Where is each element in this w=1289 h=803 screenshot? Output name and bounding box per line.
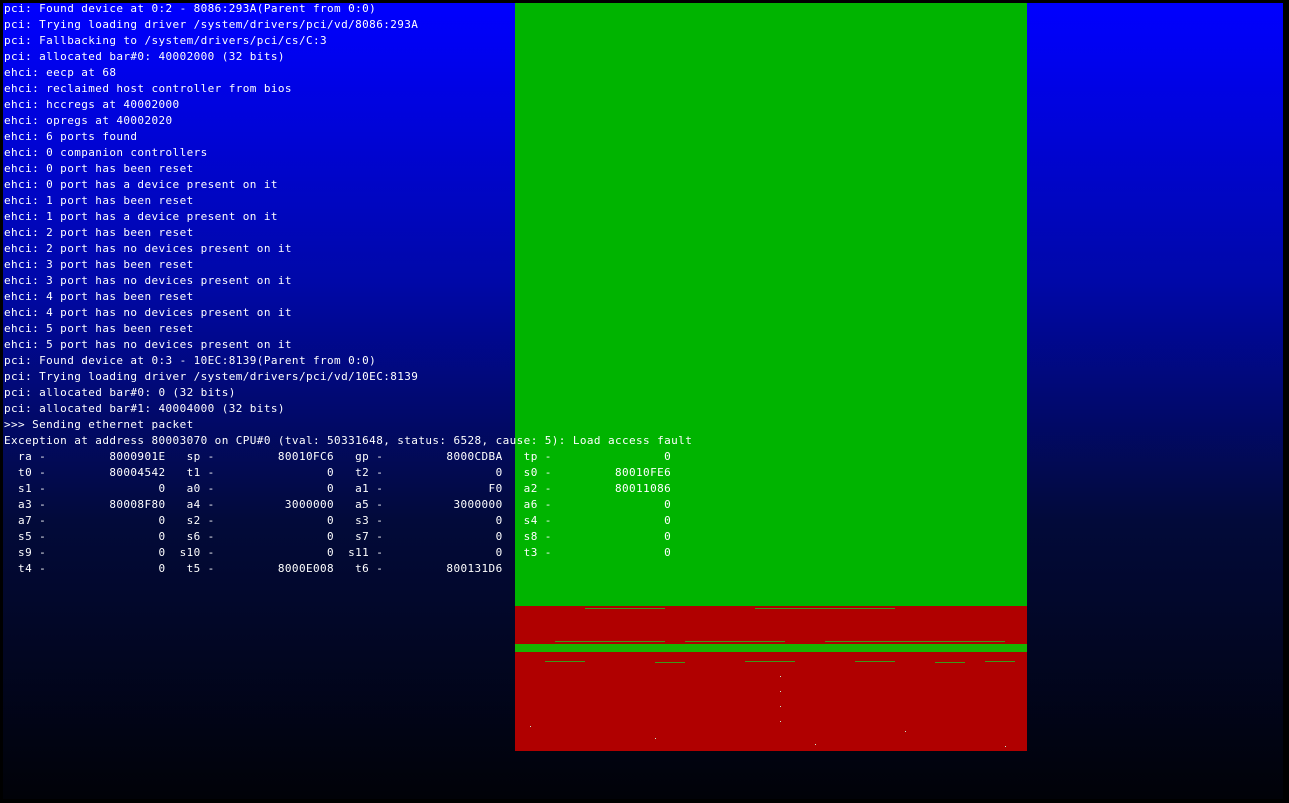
console-line: ehci: reclaimed host controller from bio… [4,82,292,95]
console-line: ehci: 0 companion controllers [4,146,208,159]
console-line: ehci: 6 ports found [4,130,138,143]
console-line: pci: allocated bar#0: 0 (32 bits) [4,386,236,399]
console-line: a3 - 80008F80 a4 - 3000000 a5 - 3000000 … [4,498,672,511]
console-line: ehci: 1 port has a device present on it [4,210,278,223]
noise-dot [905,731,906,732]
boot-console-log: pci: Found device at 0:2 - 8086:293A(Par… [4,1,692,577]
noise-stripe [555,641,665,642]
noise-dot [530,726,531,727]
console-line: ehci: opregs at 40002020 [4,114,173,127]
noise-stripe [655,662,685,663]
console-line: pci: Fallbacking to /system/drivers/pci/… [4,34,328,47]
noise-stripe [825,641,945,642]
noise-stripe [745,661,795,662]
noise-dot [1005,746,1006,747]
noise-stripe [755,608,895,609]
console-line: pci: allocated bar#0: 40002000 (32 bits) [4,50,285,63]
noise-stripe [585,608,665,609]
noise-stripe [545,661,585,662]
noise-dot [780,706,781,707]
noise-dot [780,721,781,722]
console-line: ehci: 2 port has been reset [4,226,194,239]
console-line: pci: Trying loading driver /system/drive… [4,18,419,31]
console-line: t4 - 0 t5 - 8000E008 t6 - 800131D6 [4,562,503,575]
noise-dot [780,691,781,692]
console-line: Exception at address 80003070 on CPU#0 (… [4,434,693,447]
console-line: pci: Found device at 0:3 - 10EC:8139(Par… [4,354,377,367]
console-line: t0 - 80004542 t1 - 0 t2 - 0 s0 - 80010FE… [4,466,672,479]
noise-stripe [985,661,1015,662]
console-line: ehci: 0 port has been reset [4,162,194,175]
noise-stripe [945,641,1005,642]
console-line: ra - 8000901E sp - 80010FC6 gp - 8000CDB… [4,450,672,463]
console-line: ehci: 4 port has no devices present on i… [4,306,292,319]
noise-dot [780,676,781,677]
console-line: ehci: 5 port has no devices present on i… [4,338,292,351]
framebuffer-green-band [515,644,1027,652]
console-line: s5 - 0 s6 - 0 s7 - 0 s8 - 0 [4,530,672,543]
console-line: ehci: 2 port has no devices present on i… [4,242,292,255]
console-line: >>> Sending ethernet packet [4,418,194,431]
emulator-screen: pci: Found device at 0:2 - 8086:293A(Par… [0,0,1289,803]
console-line: s1 - 0 a0 - 0 a1 - F0 a2 - 80011086 [4,482,672,495]
noise-stripe [855,661,895,662]
framebuffer-red-block [515,606,1027,751]
console-line: ehci: 4 port has been reset [4,290,194,303]
noise-stripe [935,662,965,663]
noise-dot [815,744,816,745]
console-line: ehci: 0 port has a device present on it [4,178,278,191]
noise-stripe [685,641,785,642]
console-line: ehci: 3 port has no devices present on i… [4,274,292,287]
console-line: pci: Found device at 0:2 - 8086:293A(Par… [4,2,377,15]
console-line: ehci: 1 port has been reset [4,194,194,207]
console-line: ehci: 5 port has been reset [4,322,194,335]
console-line: ehci: eecp at 68 [4,66,117,79]
console-line: a7 - 0 s2 - 0 s3 - 0 s4 - 0 [4,514,672,527]
console-line: pci: allocated bar#1: 40004000 (32 bits) [4,402,285,415]
console-line: ehci: 3 port has been reset [4,258,194,271]
console-line: s9 - 0 s10 - 0 s11 - 0 t3 - 0 [4,546,672,559]
console-line: ehci: hccregs at 40002000 [4,98,180,111]
noise-dot [655,738,656,739]
console-line: pci: Trying loading driver /system/drive… [4,370,419,383]
